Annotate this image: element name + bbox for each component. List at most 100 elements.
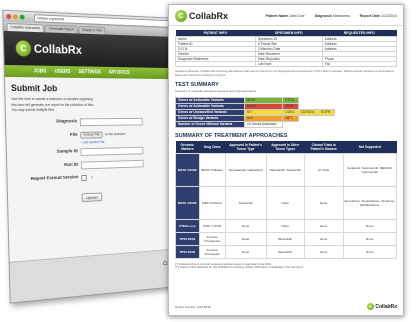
info-cell: Lab Num [255, 61, 323, 67]
sample-id-label: Sample ID [56, 149, 78, 155]
run-id-label: Run ID [64, 162, 79, 169]
report-format-label: Report Format Version [30, 175, 79, 183]
choose-file-button[interactable]: Choose File [80, 131, 103, 139]
footer-logo: C CollabRx [367, 303, 397, 310]
treatment-cell: BRAF V600E [175, 185, 200, 220]
treatment-column-header: Genomic Markers [175, 140, 200, 153]
info-cell: Fax [321, 61, 398, 67]
treatment-column-header: Clinical Trials in Patient's Disease [304, 140, 344, 153]
gene-cell: CDKN2A [297, 108, 320, 116]
description-line: You may submit multiple files. [11, 107, 56, 112]
treatment-cell: TP53 R248 [175, 231, 200, 246]
collabrx-logo-icon: C [15, 40, 32, 57]
no-file-text: no file selected [104, 132, 126, 137]
site-footer: Copyright [9, 247, 191, 303]
treatment-cell: TP53 R248 [175, 244, 200, 259]
nav-jobs[interactable]: JOBS [33, 68, 46, 74]
treatment-column-header: Approved in Other Tumor Types [266, 140, 305, 153]
summary-row: Number of Genes Without Variants 16 Genes… [175, 120, 335, 128]
treatment-row: PTEN Loss PI3K / mTOR None None None None [175, 218, 398, 233]
treatment-cell: Sorafenib, Selumetinib, MEK162, Cobimeti… [342, 152, 398, 187]
treatment-cell: None [303, 218, 344, 233]
report-logo: CollabRx [189, 11, 229, 21]
treatment-cell: BRAF Inhibitors [198, 152, 226, 187]
treatment-column-header: Drug Class [199, 140, 226, 153]
sample-id-input[interactable] [80, 146, 144, 156]
meta-item: Report Date 1/12/2014 [359, 14, 397, 18]
report-meta: Patient Name John Doe Diagnosis Melanoma… [265, 14, 397, 18]
info-row: Lab Num Fax [175, 61, 398, 67]
treatment-cell: Buparlisib [265, 231, 305, 246]
nav-api-docs[interactable]: API DOCS [109, 70, 130, 76]
gene-cell: EGFR [318, 108, 335, 116]
treatment-cell: Vemurafenib, Dabrafenib [224, 152, 267, 187]
treatment-row: TP53 R248 Immune Checkpoint None Buparlisib… [175, 231, 398, 246]
treatment-column-header: Not Supported [343, 140, 397, 153]
upload-button[interactable]: Upload [81, 192, 103, 202]
nav-users[interactable]: USERS [55, 69, 71, 75]
diagnosis-label: Diagnosis [56, 119, 78, 125]
treatment-cell: None [265, 185, 305, 220]
treatment-row: TP53 R248 Immune Checkpoint None Buparlisib… [175, 244, 398, 259]
treatment-row: BRAF V600E BRAF Inhibitors Vemurafenib, Da… [175, 152, 398, 187]
treatment-cell: None [342, 244, 398, 259]
collabrx-logo-icon: C [367, 303, 375, 310]
treatment-cell: None [303, 231, 344, 246]
browser-tab[interactable]: Chromatin Report [44, 24, 78, 34]
minimize-window-button[interactable] [13, 14, 18, 20]
file-label: File [69, 132, 78, 138]
test-summary-title: TEST SUMMARY [175, 82, 219, 88]
format-checkbox[interactable] [81, 174, 87, 181]
test-summary-table: Genes w/ Actionable Variants BRAF PTEN Gene… [175, 96, 335, 128]
report-header: C CollabRx Patient Name John Doe Diagnos… [169, 5, 403, 26]
site-header: C CollabRx [3, 30, 186, 69]
treatment-cell: Immune Checkpoint [198, 244, 226, 259]
treatment-cell: None [224, 244, 267, 259]
report-document: C CollabRx Patient Name John Doe Diagnos… [168, 4, 404, 316]
browser-tab[interactable]: Supply to Trial [78, 25, 106, 35]
treatment-cell: None [303, 244, 344, 259]
browser-tab[interactable]: CollabRx Interactive [6, 22, 45, 33]
treatment-cell: PTEN Loss [175, 218, 200, 233]
treatment-cell: Immune Checkpoint [198, 231, 226, 246]
diagnosis-input[interactable] [79, 117, 143, 126]
treatment-cell: Dabrafenib, Trametinib [265, 152, 305, 187]
treatment-cell: None [224, 218, 267, 233]
note-line: (**) Status of the treatment for this in… [175, 265, 304, 270]
nav-settings[interactable]: SETTINGS [78, 69, 100, 75]
report-footer: Report Number 1234-5678 C CollabRx [175, 303, 397, 310]
site-logo: CollabRx [33, 41, 82, 57]
report-intro: Variations detected, clinical trials and… [175, 69, 394, 77]
close-window-button[interactable] [6, 13, 12, 20]
report-format-value: 1 [91, 175, 93, 180]
treatment-cell: BRAF V600E [175, 152, 200, 187]
description-line: this form will generate one report for t… [11, 102, 95, 107]
patient-info-table: PATIENT INFO SPECIMEN INFO REQUESTED INFO … [175, 30, 398, 67]
info-cell [175, 61, 256, 67]
treatment-cell: PI3K / mTOR [198, 218, 226, 233]
treatment-cell: None [224, 231, 267, 246]
meta-item: Patient Name John Doe [265, 14, 305, 18]
run-id-input[interactable] [80, 159, 144, 169]
treatment-cell: None [303, 185, 344, 220]
treatment-cell: None [342, 218, 398, 233]
zoom-window-button[interactable] [19, 14, 25, 20]
treatment-table: Genomic Markers Drug Class Approved in Pat… [175, 140, 398, 259]
gene-cell: MET [282, 114, 299, 122]
treatment-cell: Buparlisib [265, 244, 305, 259]
treatment-row: BRAF V600E MEK Inhibitors Trametinib None No… [175, 185, 398, 220]
report-notes: (*) Indicates drug is currently receivin… [175, 262, 397, 270]
main-content: Submit Job Use this form to submit a col… [5, 77, 189, 211]
footer-logo-text: CollabRx [375, 303, 397, 310]
page-title: Submit Job [10, 83, 58, 94]
description-line: Use this form to submit a collection of … [11, 96, 93, 102]
report-footer-text: Report Number 1234-5678 [175, 304, 211, 309]
submit-job-form: Diagnosis File Choose File no file selec… [12, 117, 184, 207]
treatment-cell: Trametinib [224, 185, 267, 220]
treatment-cell: None [342, 231, 398, 246]
treatment-cell: None [265, 218, 305, 233]
summary-row-label: Number of Genes Without Variants [175, 120, 245, 128]
page-description: Use this form to submit a collection of … [11, 97, 182, 112]
test-summary-subtitle: Summary of molecular alterations detecte… [175, 89, 257, 93]
report-format-select[interactable]: 1 [81, 174, 93, 181]
